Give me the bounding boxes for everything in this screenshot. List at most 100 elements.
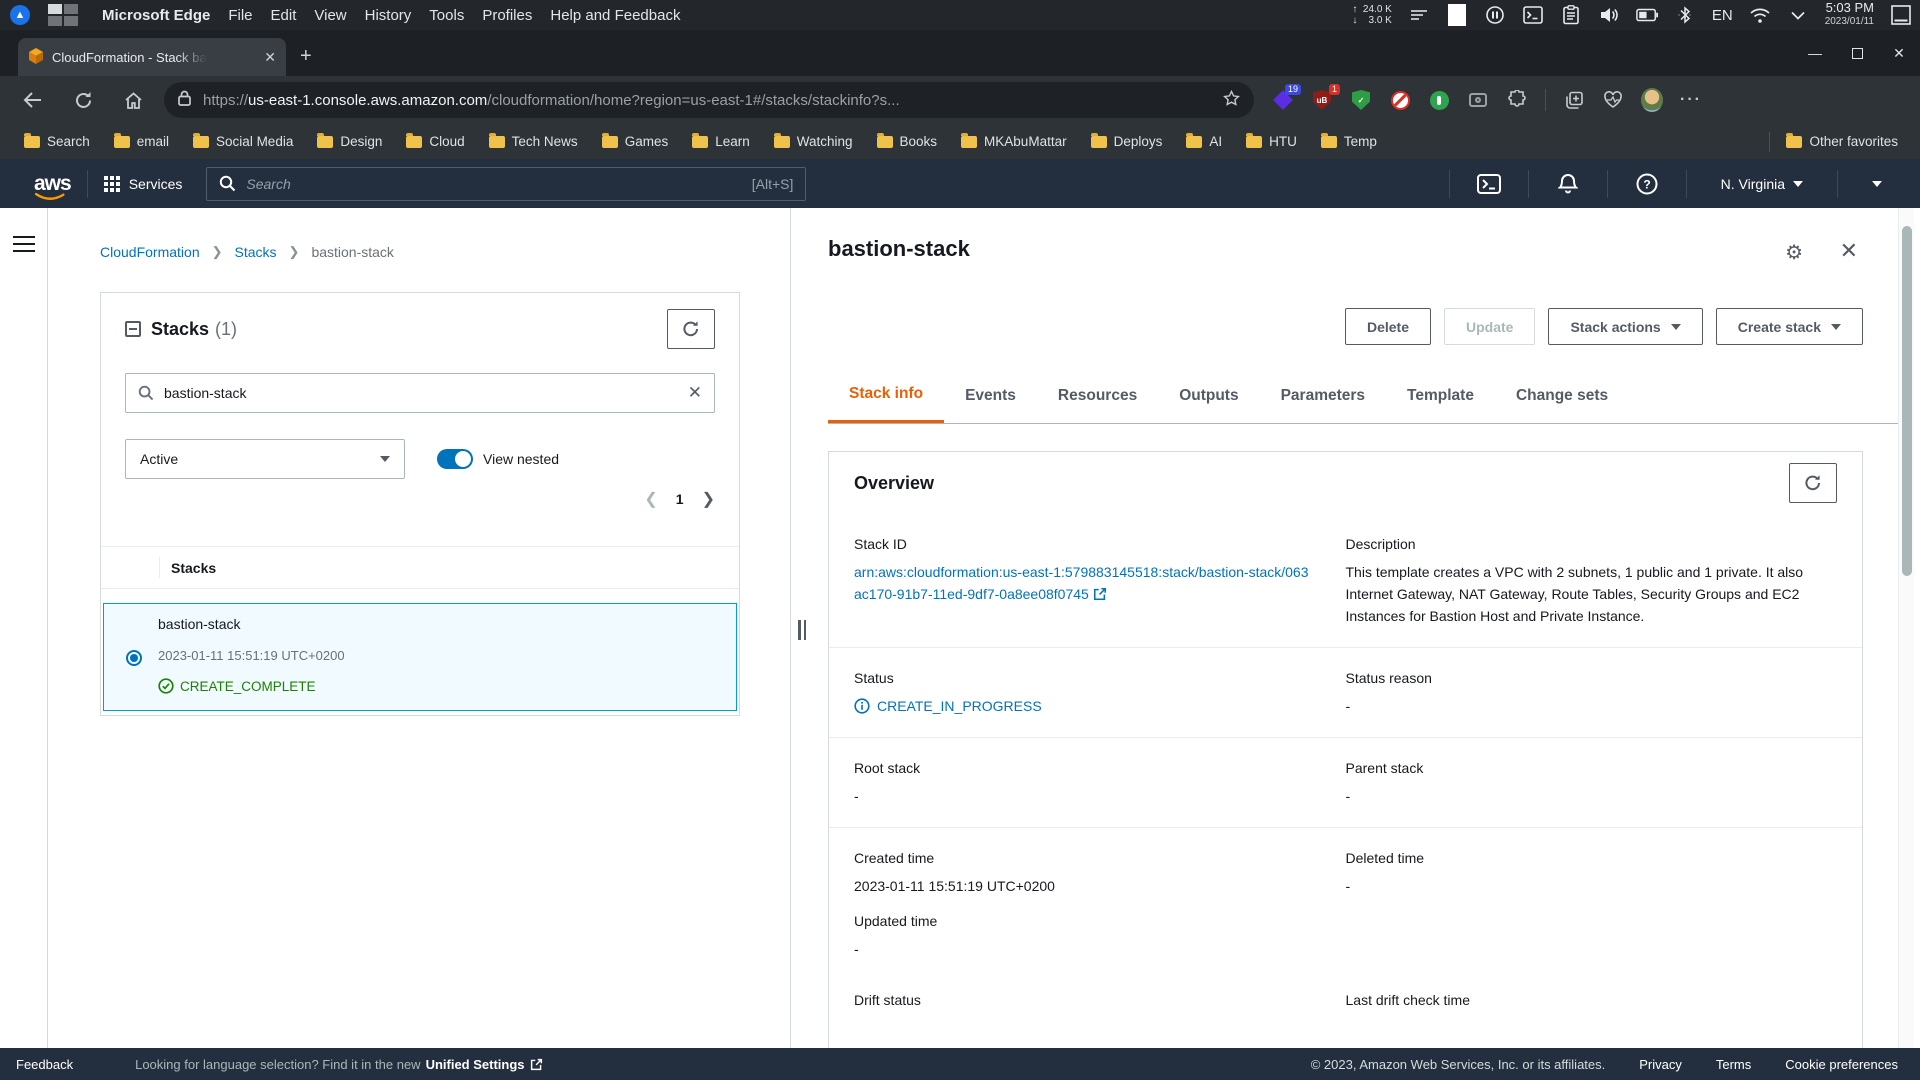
adblock-extension-icon[interactable] — [1389, 89, 1411, 111]
menu-help-feedback[interactable]: Help and Feedback — [550, 7, 680, 24]
stack-radio-selected[interactable] — [126, 650, 142, 666]
unified-settings-link[interactable]: Unified Settings — [426, 1057, 543, 1072]
services-menu[interactable]: Services — [103, 175, 182, 192]
profile-avatar[interactable] — [1641, 88, 1663, 112]
tab-change-sets[interactable]: Change sets — [1495, 368, 1629, 423]
terminal-tray-icon[interactable] — [1522, 4, 1544, 26]
refresh-stacks-button[interactable] — [667, 309, 715, 349]
bookmark-cloud[interactable]: Cloud — [406, 132, 465, 149]
pane-splitter[interactable] — [790, 208, 814, 1048]
terms-link[interactable]: Terms — [1716, 1057, 1751, 1072]
ublock-extension-icon[interactable]: uB 1 — [1311, 84, 1340, 111]
extensions-puzzle-icon[interactable] — [1506, 89, 1528, 111]
pause-tray-icon[interactable] — [1484, 4, 1506, 26]
activity-indicator-icon[interactable]: ▲ — [10, 5, 30, 25]
prev-page-icon[interactable]: ❮ — [644, 489, 657, 509]
system-monitor-icon[interactable] — [1408, 4, 1430, 26]
tab-parameters[interactable]: Parameters — [1260, 368, 1386, 423]
bookmark-search[interactable]: Search — [24, 132, 90, 149]
other-favorites[interactable]: Other favorites — [1786, 132, 1898, 149]
show-desktop-icon[interactable] — [1890, 4, 1912, 26]
refresh-overview-button[interactable] — [1789, 463, 1837, 503]
tab-outputs[interactable]: Outputs — [1158, 368, 1259, 423]
workspace-grid-icon[interactable] — [48, 4, 78, 26]
back-button[interactable] — [16, 83, 50, 117]
bookmark-watching[interactable]: Watching — [773, 132, 853, 149]
wifi-icon[interactable] — [1749, 4, 1771, 26]
bookmark-deploys[interactable]: Deploys — [1090, 132, 1162, 149]
clock[interactable]: 5:03 PM 2023/01/11 — [1825, 1, 1874, 29]
reload-button[interactable] — [66, 83, 100, 117]
collapse-panel-icon[interactable] — [125, 321, 141, 337]
hamburger-menu-icon[interactable] — [13, 236, 35, 252]
bookmark-email[interactable]: email — [113, 132, 169, 149]
url-field[interactable]: https://us-east-1.console.aws.amazon.com… — [164, 82, 1254, 118]
tab-stack-info[interactable]: Stack info — [828, 368, 945, 423]
delete-button[interactable]: Delete — [1344, 308, 1431, 345]
lock-icon[interactable] — [178, 90, 191, 110]
close-detail-icon[interactable]: ✕ — [1840, 238, 1858, 264]
bookmark-games[interactable]: Games — [601, 132, 668, 149]
breadcrumb-stacks[interactable]: Stacks — [235, 244, 277, 260]
collections-icon[interactable] — [1563, 89, 1585, 111]
home-button[interactable] — [116, 83, 150, 117]
page-scrollbar[interactable] — [1898, 208, 1914, 1048]
scrollbar-thumb[interactable] — [1902, 226, 1912, 576]
bookmark-tech-news[interactable]: Tech News — [488, 132, 578, 149]
browser-menu-icon[interactable]: ··· — [1680, 91, 1702, 109]
capture-extension-icon[interactable] — [1467, 89, 1489, 111]
create-stack-button[interactable]: Create stack — [1715, 308, 1863, 345]
aws-logo[interactable]: aws — [34, 172, 72, 200]
notifications-bell-icon[interactable] — [1545, 173, 1591, 195]
bookmark-social-media[interactable]: Social Media — [193, 132, 293, 149]
tab-close-icon[interactable]: ✕ — [264, 49, 276, 66]
update-button[interactable]: Update — [1444, 308, 1536, 345]
extension-purple-icon[interactable]: 19 — [1272, 84, 1301, 111]
stack-name[interactable]: bastion-stack — [158, 616, 240, 632]
aws-search-input[interactable]: Search [Alt+S] — [206, 166, 807, 201]
notes-tray-icon[interactable] — [1446, 4, 1468, 26]
tab-resources[interactable]: Resources — [1037, 368, 1158, 423]
menu-view[interactable]: View — [314, 7, 346, 24]
breadcrumb-cloudformation[interactable]: CloudFormation — [100, 244, 200, 260]
tab-events[interactable]: Events — [944, 368, 1037, 423]
bookmark-books[interactable]: Books — [876, 132, 937, 149]
window-minimize-button[interactable]: — — [1794, 30, 1836, 76]
language-indicator[interactable]: EN — [1712, 7, 1733, 24]
menu-tools[interactable]: Tools — [429, 7, 464, 24]
browser-essentials-icon[interactable] — [1602, 89, 1624, 111]
region-selector[interactable]: N. Virginia — [1703, 176, 1821, 192]
bookmark-htu[interactable]: HTU — [1246, 132, 1297, 149]
new-tab-button[interactable]: + — [300, 45, 312, 68]
password-manager-extension-icon[interactable] — [1428, 89, 1450, 111]
favorite-star-icon[interactable] — [1223, 89, 1240, 111]
splitter-handle-icon[interactable] — [798, 620, 806, 640]
bookmark-design[interactable]: Design — [317, 132, 382, 149]
tab-template[interactable]: Template — [1386, 368, 1495, 423]
volume-icon[interactable] — [1598, 4, 1620, 26]
next-page-icon[interactable]: ❯ — [702, 489, 715, 509]
bluetooth-icon[interactable] — [1674, 4, 1696, 26]
current-page[interactable]: 1 — [676, 491, 684, 507]
account-menu[interactable] — [1854, 180, 1906, 187]
clear-filter-icon[interactable]: ✕ — [688, 383, 702, 403]
view-nested-toggle[interactable] — [437, 449, 473, 469]
stack-row-bastion-stack[interactable]: bastion-stack 2023-01-11 15:51:19 UTC+02… — [103, 603, 737, 711]
window-maximize-button[interactable] — [1836, 30, 1878, 76]
stack-filter-input[interactable]: bastion-stack ✕ — [125, 373, 715, 413]
window-close-button[interactable]: ✕ — [1878, 30, 1920, 76]
stack-actions-button[interactable]: Stack actions — [1548, 308, 1703, 345]
settings-gear-icon[interactable]: ⚙ — [1785, 240, 1803, 265]
cloudshell-icon[interactable] — [1466, 173, 1512, 194]
bookmark-learn[interactable]: Learn — [692, 132, 750, 149]
menu-history[interactable]: History — [365, 7, 412, 24]
cookie-preferences-link[interactable]: Cookie preferences — [1785, 1057, 1898, 1072]
stack-id-value[interactable]: arn:aws:cloudformation:us-east-1:5798831… — [854, 561, 1316, 607]
stack-status-filter-select[interactable]: Active — [125, 439, 405, 479]
antivirus-extension-icon[interactable]: ✓ — [1350, 89, 1372, 111]
bookmark-ai[interactable]: AI — [1186, 132, 1222, 149]
battery-icon[interactable] — [1636, 4, 1658, 26]
bookmark-mkabumattar[interactable]: MKAbuMattar — [961, 132, 1067, 149]
browser-tab-cloudformation[interactable]: CloudFormation - Stack ba ✕ — [18, 38, 286, 76]
help-icon[interactable]: ? — [1624, 173, 1670, 195]
